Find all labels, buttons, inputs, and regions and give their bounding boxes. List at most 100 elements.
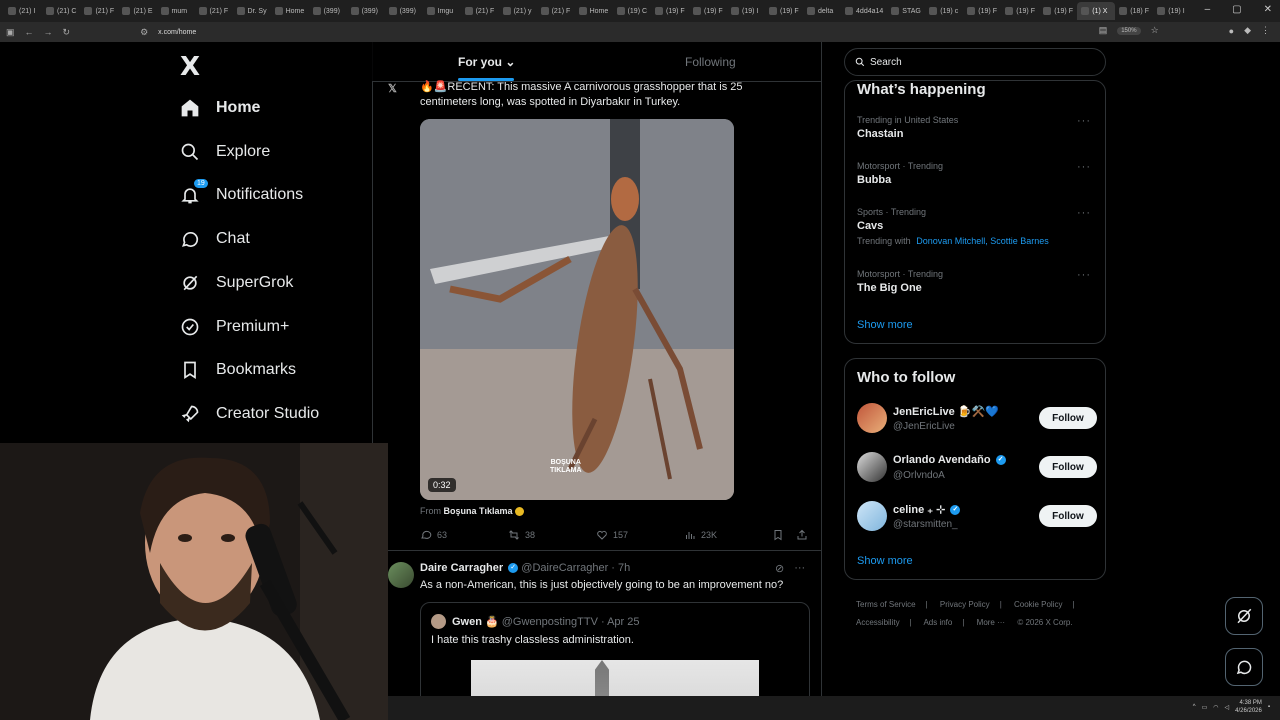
browser-tab[interactable]: (21) y bbox=[499, 2, 537, 20]
grok-floating-button[interactable] bbox=[1225, 597, 1263, 635]
notification-icon[interactable]: ▪ bbox=[1268, 704, 1270, 710]
browser-tab[interactable]: (21) C bbox=[42, 2, 80, 20]
search-input[interactable]: Search bbox=[844, 48, 1106, 76]
more-options-icon[interactable]: ··· bbox=[1077, 207, 1091, 219]
browser-tab[interactable]: mum bbox=[157, 2, 195, 20]
x-logo-icon[interactable]: X bbox=[180, 52, 200, 82]
nav-explore[interactable]: Explore bbox=[180, 142, 270, 162]
browser-tab[interactable]: delta bbox=[803, 2, 841, 20]
zoom-level[interactable]: 150% bbox=[1117, 26, 1141, 35]
browser-tab[interactable]: Home bbox=[575, 2, 613, 20]
follow-suggestion[interactable]: Orlando Avendaño ✓ @OrlvndoA Follow bbox=[857, 450, 1097, 486]
repost-button[interactable]: 38 bbox=[508, 529, 535, 541]
terms-link[interactable]: Terms of Service bbox=[856, 600, 916, 609]
close-icon[interactable]: ✕ bbox=[1264, 4, 1272, 15]
wifi-icon[interactable]: ◠ bbox=[1213, 704, 1218, 711]
trend-item[interactable]: Motorsport · Trending Bubba ··· bbox=[857, 161, 1097, 186]
browser-tab[interactable]: (399) bbox=[385, 2, 423, 20]
browser-tab[interactable]: (21) I bbox=[4, 2, 42, 20]
show-more-link[interactable]: Show more bbox=[857, 319, 913, 331]
browser-tab[interactable]: (21) E bbox=[118, 2, 156, 20]
trend-item[interactable]: Motorsport · Trending The Big One ··· bbox=[857, 269, 1097, 294]
browser-tab[interactable]: (19) F bbox=[651, 2, 689, 20]
avatar[interactable] bbox=[388, 562, 414, 588]
more-link[interactable]: More ··· bbox=[977, 618, 1005, 627]
extensions-icon[interactable]: ◆ bbox=[1244, 25, 1251, 36]
site-info-icon[interactable]: ⚙ bbox=[140, 27, 148, 38]
bookmark-button[interactable] bbox=[772, 529, 784, 541]
follow-suggestion[interactable]: JenEricLive 🍺⚒️💙 @JenEricLive Follow bbox=[857, 401, 1097, 437]
tab-for-you[interactable]: For you ⌄ bbox=[458, 55, 515, 69]
browser-tab[interactable]: (21) F bbox=[537, 2, 575, 20]
privacy-link[interactable]: Privacy Policy bbox=[940, 600, 990, 609]
system-clock[interactable]: 4:38 PM 4/26/2026 bbox=[1235, 699, 1262, 715]
trend-item[interactable]: Trending in United States Chastain ··· bbox=[857, 115, 1097, 140]
follow-button[interactable]: Follow bbox=[1039, 456, 1097, 478]
back-icon[interactable]: ← bbox=[25, 27, 34, 37]
star-icon[interactable]: ☆ bbox=[1151, 25, 1159, 36]
browser-tab[interactable]: (19) F bbox=[765, 2, 803, 20]
browser-tab[interactable]: (19) C bbox=[613, 2, 651, 20]
browser-tab[interactable]: STAG bbox=[887, 2, 925, 20]
accessibility-link[interactable]: Accessibility bbox=[856, 618, 900, 627]
forward-icon[interactable]: → bbox=[44, 27, 53, 37]
follow-suggestion[interactable]: celine ₊ ⊹ ✓ @starsmitten_ Follow bbox=[857, 499, 1097, 535]
grok-icon[interactable]: ⊘ bbox=[775, 562, 784, 575]
like-button[interactable]: 157 bbox=[596, 529, 628, 541]
cookie-link[interactable]: Cookie Policy bbox=[1014, 600, 1062, 609]
browser-tab[interactable]: (21) F bbox=[461, 2, 499, 20]
volume-icon[interactable]: ◁ bbox=[1225, 704, 1230, 711]
nav-bookmarks[interactable]: Bookmarks bbox=[180, 360, 296, 380]
browser-tab[interactable]: (399) bbox=[309, 2, 347, 20]
browser-tab[interactable]: 4dd4a14 bbox=[841, 2, 887, 20]
reload-icon[interactable]: ↻ bbox=[63, 27, 71, 38]
author-name[interactable]: Daire Carragher bbox=[420, 562, 503, 574]
trend-item[interactable]: Sports · Trending Cavs Trending with Don… bbox=[857, 207, 1097, 246]
browser-tab[interactable]: (19) F bbox=[1039, 2, 1077, 20]
minimize-icon[interactable]: – bbox=[1205, 4, 1211, 15]
video-player[interactable]: 0:32 BOŞUNA TIKLAMA bbox=[420, 119, 734, 500]
url-field[interactable]: x.com/home bbox=[158, 29, 196, 36]
tab-following[interactable]: Following bbox=[685, 55, 736, 69]
more-options-icon[interactable]: ··· bbox=[1077, 269, 1091, 281]
browser-tab[interactable]: (19) I bbox=[727, 2, 765, 20]
more-options-icon[interactable]: ··· bbox=[1077, 115, 1091, 127]
ads-info-link[interactable]: Ads info bbox=[923, 618, 952, 627]
browser-tab[interactable]: (21) F bbox=[195, 2, 233, 20]
author-handle[interactable]: @DaireCarragher · 7h bbox=[521, 562, 630, 574]
browser-tab[interactable]: (399) bbox=[347, 2, 385, 20]
browser-tab[interactable]: Dr. Sy bbox=[233, 2, 271, 20]
browser-tab[interactable]: Home bbox=[271, 2, 309, 20]
browser-tab[interactable]: (19) F bbox=[1001, 2, 1039, 20]
browser-tab[interactable]: (19) c bbox=[925, 2, 963, 20]
browser-tab[interactable]: Imgu bbox=[423, 2, 461, 20]
share-button[interactable] bbox=[796, 529, 808, 541]
nav-creator-studio[interactable]: Creator Studio bbox=[180, 404, 319, 424]
profile-icon[interactable]: ● bbox=[1229, 26, 1234, 36]
source-account-link[interactable]: Boşuna Tıklama bbox=[444, 506, 513, 516]
show-more-link[interactable]: Show more bbox=[857, 555, 913, 567]
maximize-icon[interactable]: ▢ bbox=[1232, 4, 1241, 15]
sidebar-toggle-icon[interactable]: ▣ bbox=[6, 27, 15, 38]
follow-button[interactable]: Follow bbox=[1039, 505, 1097, 527]
page-action-icon[interactable]: ▤ bbox=[1099, 25, 1108, 36]
network-icon[interactable]: ▭ bbox=[1202, 704, 1208, 711]
menu-icon[interactable]: ⋮ bbox=[1261, 25, 1270, 36]
nav-premium[interactable]: Premium+ bbox=[180, 317, 289, 337]
messages-floating-button[interactable] bbox=[1225, 648, 1263, 686]
trend-related-links[interactable]: Donovan Mitchell, Scottie Barnes bbox=[916, 236, 1049, 246]
nav-supergrok[interactable]: SuperGrok bbox=[180, 273, 293, 293]
browser-tab[interactable]: (1) X bbox=[1077, 2, 1116, 20]
follow-button[interactable]: Follow bbox=[1039, 407, 1097, 429]
nav-home[interactable]: Home bbox=[180, 98, 260, 118]
browser-tab[interactable]: (19) I bbox=[1153, 2, 1191, 20]
browser-tab[interactable]: (18) F bbox=[1115, 2, 1153, 20]
more-options-icon[interactable]: ··· bbox=[794, 562, 805, 575]
nav-chat[interactable]: Chat bbox=[180, 229, 250, 249]
chevron-up-icon[interactable]: ^ bbox=[1193, 704, 1196, 710]
browser-tab[interactable]: (19) F bbox=[689, 2, 727, 20]
views-button[interactable]: 23K bbox=[684, 529, 717, 541]
browser-tab[interactable]: (21) F bbox=[80, 2, 118, 20]
reply-button[interactable]: 63 bbox=[420, 529, 447, 541]
more-options-icon[interactable]: ··· bbox=[1077, 161, 1091, 173]
